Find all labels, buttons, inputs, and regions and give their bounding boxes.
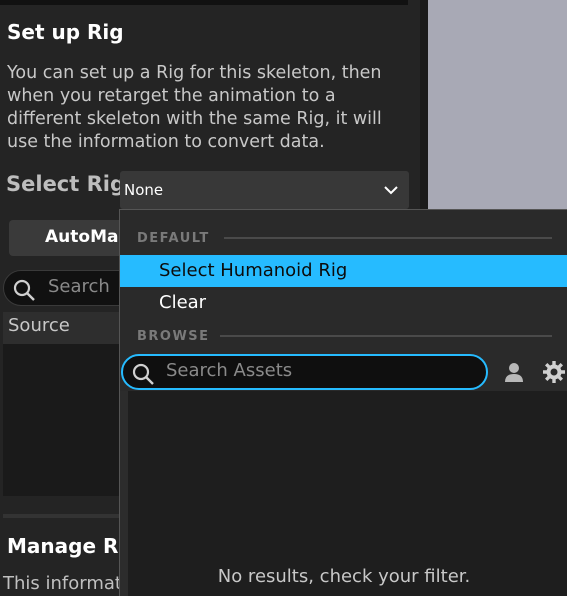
- search-placeholder: Search: [48, 276, 110, 297]
- search-assets-placeholder: Search Assets: [166, 360, 293, 381]
- setup-rig-description: You can set up a Rig for this skeleton, …: [7, 63, 382, 152]
- select-rig-combo[interactable]: None: [120, 171, 409, 209]
- search-icon: [132, 363, 154, 385]
- gear-icon[interactable]: [542, 360, 566, 384]
- panel-top-strip: [0, 0, 408, 5]
- menu-item-clear[interactable]: Clear: [120, 287, 567, 319]
- browse-heading-line: [220, 335, 552, 337]
- setup-rig-title: Set up Rig: [7, 20, 124, 44]
- chevron-down-icon: [384, 186, 398, 195]
- browse-section-heading: BROWSE: [137, 329, 210, 344]
- user-icon[interactable]: [503, 361, 525, 383]
- menu-item-select-humanoid-rig[interactable]: Select Humanoid Rig: [120, 255, 567, 287]
- select-rig-label: Select Rig: [6, 172, 126, 196]
- viewport-area[interactable]: [428, 0, 567, 210]
- default-section-heading: DEFAULT: [137, 231, 210, 246]
- source-list: [3, 344, 133, 496]
- select-rig-value: None: [124, 181, 164, 199]
- no-results-message: No results, check your filter.: [217, 566, 471, 587]
- rig-dropdown-menu: DEFAULT Select Humanoid Rig Clear BROWSE…: [119, 209, 567, 596]
- search-assets-input[interactable]: Search Assets: [121, 354, 488, 390]
- default-heading-line: [224, 237, 552, 239]
- search-icon: [13, 279, 35, 301]
- manage-retarget-description: This informat: [3, 573, 122, 594]
